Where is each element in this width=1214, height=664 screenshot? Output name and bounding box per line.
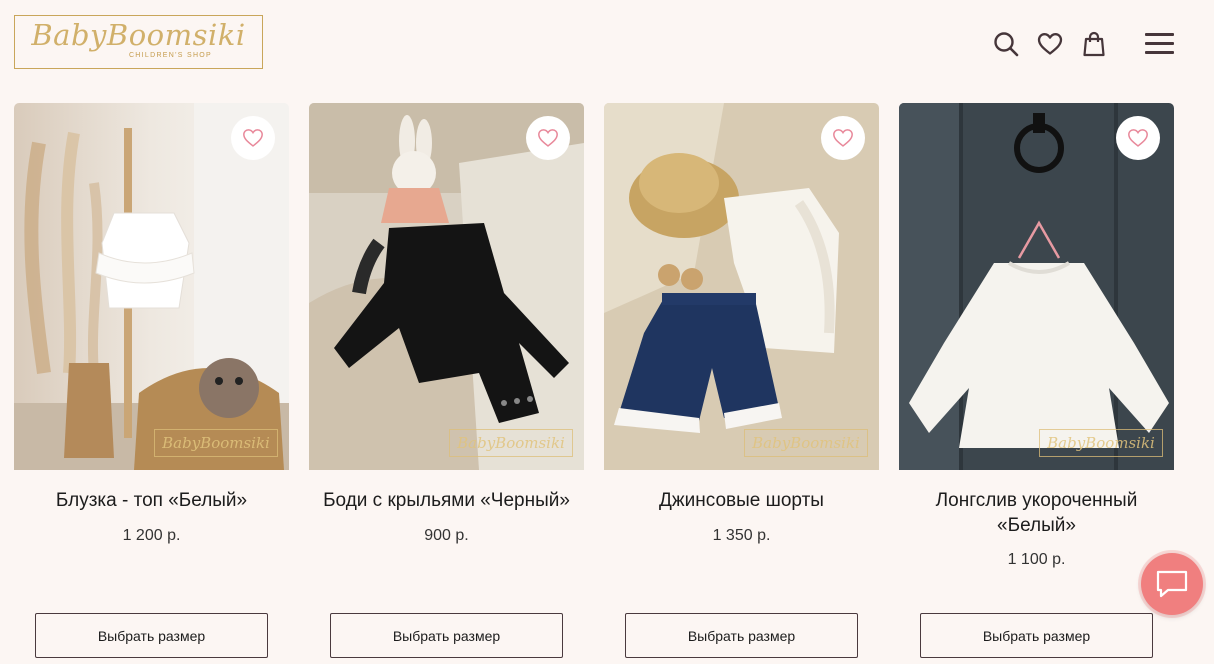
logo-subtitle: CHILDREN'S SHOP (128, 52, 213, 59)
heart-icon (1128, 129, 1148, 147)
chat-widget-button[interactable] (1141, 553, 1203, 615)
watermark: BabyBoomsiki (449, 429, 573, 457)
product-title[interactable]: Джинсовые шорты (604, 488, 879, 513)
product-title[interactable]: Боди с крыльями «Черный» (309, 488, 584, 513)
favorites-heart-icon[interactable] (1036, 30, 1064, 58)
watermark: BabyBoomsiki (154, 429, 278, 457)
heart-icon (833, 129, 853, 147)
product-title[interactable]: Лонгслив укороченный «Белый» (899, 488, 1174, 538)
product-price: 1 200 р. (122, 527, 181, 544)
heart-icon (538, 129, 558, 147)
product-price: 1 350 р. (712, 527, 771, 544)
watermark: BabyBoomsiki (744, 429, 868, 457)
product-price: 1 100 р. (1007, 551, 1066, 568)
add-to-favorites-button[interactable] (1116, 116, 1160, 160)
search-icon[interactable] (992, 30, 1020, 58)
heart-icon (243, 129, 263, 147)
select-size-button[interactable]: Выбрать размер (920, 613, 1153, 658)
product-price: 900 р. (424, 527, 469, 544)
product-title[interactable]: Блузка - топ «Белый» (14, 488, 289, 513)
select-size-button[interactable]: Выбрать размер (330, 613, 563, 658)
shopping-bag-icon[interactable] (1080, 30, 1108, 58)
add-to-favorites-button[interactable] (231, 116, 275, 160)
select-size-button[interactable]: Выбрать размер (625, 613, 858, 658)
add-to-favorites-button[interactable] (526, 116, 570, 160)
product-card[interactable]: BabyBoomsiki Джинсовые шорты 1 350 р. Вы… (604, 103, 879, 658)
watermark: BabyBoomsiki (1039, 429, 1163, 457)
product-photo[interactable]: BabyBoomsiki (899, 103, 1174, 470)
product-card[interactable]: BabyBoomsiki Блузка - топ «Белый» 1 200 … (14, 103, 289, 658)
product-card[interactable]: BabyBoomsiki Лонгслив укороченный «Белый… (899, 103, 1174, 658)
product-photo[interactable]: BabyBoomsiki (604, 103, 879, 470)
chat-bubble-icon (1156, 570, 1188, 598)
site-logo[interactable]: BabyBoomsiki CHILDREN'S SHOP (14, 15, 263, 69)
product-photo[interactable]: BabyBoomsiki (309, 103, 584, 470)
menu-icon[interactable] (1145, 33, 1175, 55)
product-photo[interactable]: BabyBoomsiki (14, 103, 289, 470)
product-card[interactable]: BabyBoomsiki Боди с крыльями «Черный» 90… (309, 103, 584, 658)
select-size-button[interactable]: Выбрать размер (35, 613, 268, 658)
logo-text: BabyBoomsiki (31, 18, 246, 52)
add-to-favorites-button[interactable] (821, 116, 865, 160)
